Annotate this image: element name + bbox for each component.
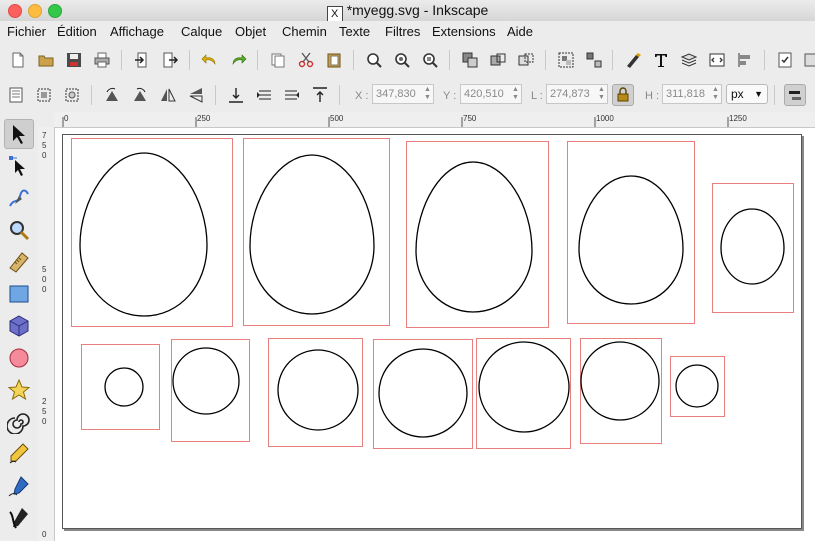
circle-2 — [172, 347, 240, 415]
egg-1 — [79, 152, 208, 317]
circle-4-bbox — [373, 339, 473, 449]
egg-3-bbox — [406, 141, 549, 328]
egg-1-bbox — [71, 138, 233, 327]
egg-5 — [720, 208, 785, 285]
circle-5 — [478, 341, 570, 433]
circle-4 — [378, 348, 468, 438]
circle-7 — [675, 364, 719, 408]
egg-2 — [249, 154, 375, 315]
egg-2-bbox — [243, 138, 390, 326]
egg-4 — [578, 175, 684, 305]
shapes — [79, 152, 785, 438]
circle-1 — [104, 367, 144, 407]
circle-6-bbox — [580, 338, 662, 444]
egg-3 — [415, 161, 533, 313]
circle-3 — [277, 349, 359, 431]
circle-1-bbox — [81, 344, 160, 430]
egg-4-bbox — [567, 141, 695, 324]
circle-6 — [580, 341, 660, 421]
drawing-layer — [71, 138, 794, 449]
egg-5-bbox — [712, 183, 794, 313]
